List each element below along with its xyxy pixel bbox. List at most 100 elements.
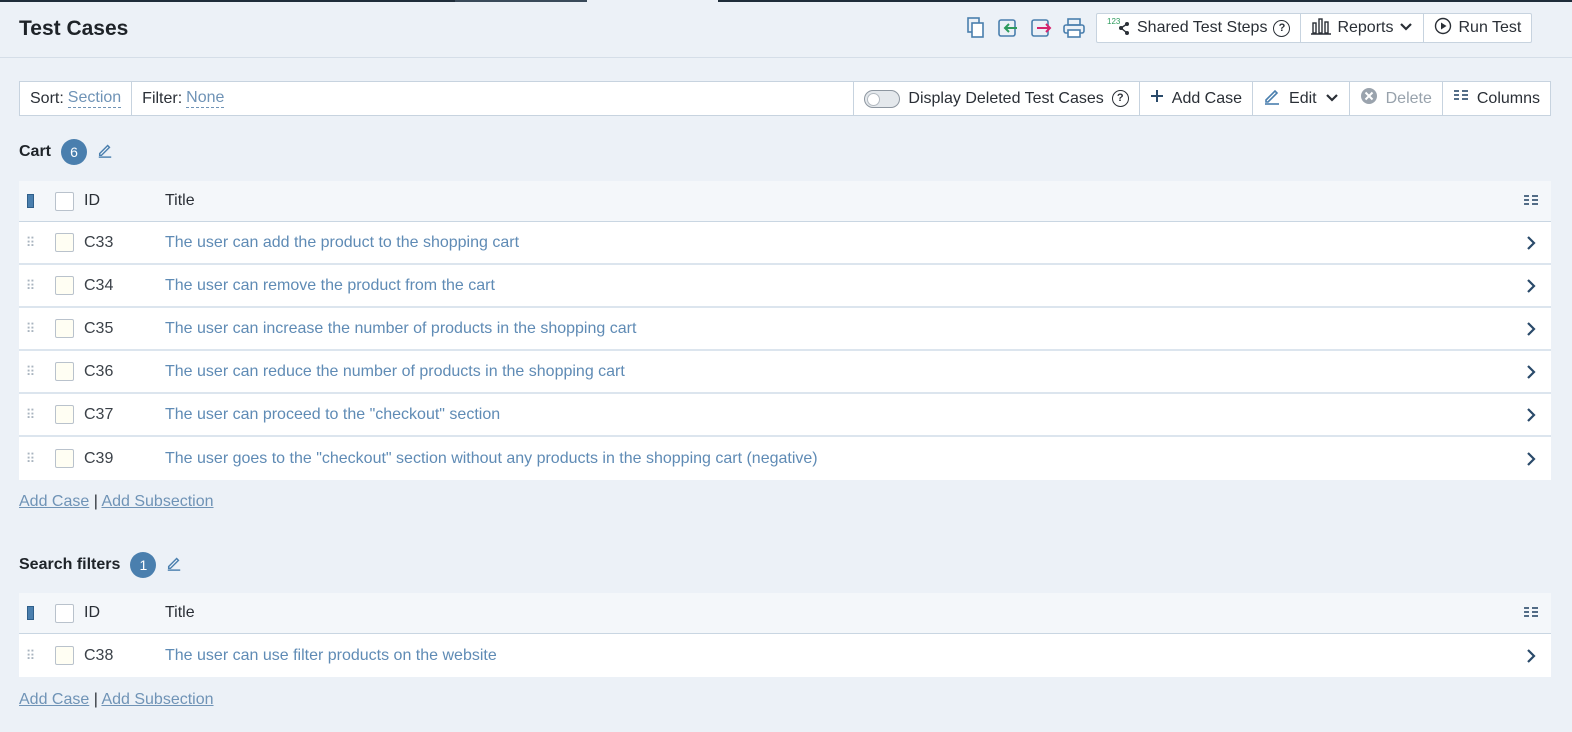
add-subsection-link[interactable]: Add Subsection xyxy=(101,691,213,708)
sort-value-link[interactable]: Section xyxy=(67,89,122,108)
case-id: C39 xyxy=(84,449,114,467)
column-header-title[interactable]: Title xyxy=(165,192,1511,210)
column-marker-icon xyxy=(19,606,41,620)
add-case-button[interactable]: Add Case xyxy=(1140,82,1254,115)
chevron-right-icon[interactable] xyxy=(1511,648,1551,664)
edit-label: Edit xyxy=(1289,89,1317,107)
play-circle-icon xyxy=(1434,17,1452,40)
case-id: C34 xyxy=(84,276,114,294)
section-title: Search filters xyxy=(19,556,121,573)
column-settings-icon[interactable] xyxy=(1511,606,1551,620)
case-title-link[interactable]: The user can proceed to the "checkout" s… xyxy=(165,406,1511,424)
chevron-right-icon[interactable] xyxy=(1511,235,1551,251)
case-title-link[interactable]: The user can increase the number of prod… xyxy=(165,320,1511,338)
case-title-link[interactable]: The user can remove the product from the… xyxy=(165,277,1511,295)
add-case-link[interactable]: Add Case xyxy=(19,691,89,708)
table-header-row: ID Title xyxy=(19,593,1551,634)
columns-button[interactable]: Columns xyxy=(1443,82,1550,115)
display-deleted-label: Display Deleted Test Cases xyxy=(908,89,1104,107)
column-header-id[interactable]: ID xyxy=(84,192,165,210)
filter-value-link[interactable]: None xyxy=(186,89,225,108)
svg-text:123: 123 xyxy=(1107,17,1121,26)
test-case-table: ID Title ⠿ C38 The user can use filter p… xyxy=(19,593,1551,677)
case-title-link[interactable]: The user goes to the "checkout" section … xyxy=(165,450,1511,468)
reports-button[interactable]: Reports xyxy=(1301,14,1425,42)
table-row[interactable]: ⠿ C37 The user can proceed to the "check… xyxy=(19,394,1551,437)
row-checkbox[interactable] xyxy=(54,319,74,338)
case-title-link[interactable]: The user can add the product to the shop… xyxy=(165,234,1511,252)
drag-handle-icon[interactable]: ⠿ xyxy=(19,649,41,662)
row-checkbox[interactable] xyxy=(54,405,74,424)
table-row[interactable]: ⠿ C34 The user can remove the product fr… xyxy=(19,265,1551,308)
row-checkbox[interactable] xyxy=(54,362,74,381)
run-test-button[interactable]: Run Test xyxy=(1424,14,1531,42)
display-deleted-toggle[interactable] xyxy=(864,89,901,108)
shared-steps-icon: 123 xyxy=(1107,16,1131,41)
column-header-id[interactable]: ID xyxy=(84,604,165,622)
case-id: C36 xyxy=(84,362,114,380)
case-id: C35 xyxy=(84,319,114,337)
count-badge: 6 xyxy=(61,139,88,165)
delete-label: Delete xyxy=(1385,89,1432,107)
chevron-right-icon[interactable] xyxy=(1511,451,1551,467)
filter-control: Filter: None xyxy=(132,82,855,115)
edit-section-icon[interactable] xyxy=(166,555,182,576)
row-checkbox[interactable] xyxy=(54,233,74,252)
chevron-right-icon[interactable] xyxy=(1511,407,1551,423)
case-title-link[interactable]: The user can reduce the number of produc… xyxy=(165,363,1511,381)
row-checkbox[interactable] xyxy=(54,646,74,665)
table-row[interactable]: ⠿ C39 The user goes to the "checkout" se… xyxy=(19,437,1551,480)
edit-section-icon[interactable] xyxy=(97,142,113,163)
display-deleted-toggle-area: Display Deleted Test Cases ? xyxy=(854,82,1140,115)
select-all-checkbox[interactable] xyxy=(54,603,74,623)
row-checkbox[interactable] xyxy=(54,449,74,468)
shared-test-steps-label: Shared Test Steps xyxy=(1137,19,1268,36)
delete-button[interactable]: Delete xyxy=(1350,82,1443,115)
section-header: Search filters 1 xyxy=(19,552,182,578)
column-header-title[interactable]: Title xyxy=(165,604,1511,622)
copy-icon[interactable] xyxy=(964,16,988,40)
drag-handle-icon[interactable]: ⠿ xyxy=(19,236,41,249)
case-title-link[interactable]: The user can use filter products on the … xyxy=(165,647,1511,665)
filter-label: Filter: xyxy=(142,89,183,107)
section-footer-links: Add Case | Add Subsection xyxy=(19,493,214,511)
page-title: Test Cases xyxy=(19,17,129,40)
columns-icon xyxy=(1453,89,1469,108)
chevron-right-icon[interactable] xyxy=(1511,321,1551,337)
add-case-link[interactable]: Add Case xyxy=(19,493,89,510)
section-header: Cart 6 xyxy=(19,139,113,165)
drag-handle-icon[interactable]: ⠿ xyxy=(19,365,41,378)
drag-handle-icon[interactable]: ⠿ xyxy=(19,452,41,465)
edit-button[interactable]: Edit xyxy=(1253,82,1350,115)
chevron-down-icon xyxy=(1325,90,1339,108)
import-icon[interactable] xyxy=(996,16,1020,40)
link-separator: | xyxy=(93,691,98,708)
shared-test-steps-button[interactable]: 123 Shared Test Steps ? xyxy=(1097,14,1302,42)
table-row[interactable]: ⠿ C33 The user can add the product to th… xyxy=(19,222,1551,265)
test-case-table: ID Title ⠿ C33 The user can add the prod… xyxy=(19,181,1551,480)
drag-handle-icon[interactable]: ⠿ xyxy=(19,279,41,292)
chevron-right-icon[interactable] xyxy=(1511,278,1551,294)
column-settings-icon[interactable] xyxy=(1511,194,1551,208)
row-checkbox[interactable] xyxy=(54,276,74,295)
drag-handle-icon[interactable]: ⠿ xyxy=(19,408,41,421)
sort-label: Sort: xyxy=(30,89,64,107)
plus-icon xyxy=(1150,89,1164,108)
drag-handle-icon[interactable]: ⠿ xyxy=(19,322,41,335)
count-badge: 1 xyxy=(130,552,157,578)
table-row[interactable]: ⠿ C35 The user can increase the number o… xyxy=(19,308,1551,351)
table-row[interactable]: ⠿ C36 The user can reduce the number of … xyxy=(19,351,1551,394)
help-icon[interactable]: ? xyxy=(1111,90,1129,107)
chevron-right-icon[interactable] xyxy=(1511,364,1551,380)
add-subsection-link[interactable]: Add Subsection xyxy=(101,493,213,510)
case-id: C37 xyxy=(84,405,114,423)
sort-control: Sort: Section xyxy=(20,82,133,115)
header-button-group: 123 Shared Test Steps ? Reports Run Test xyxy=(1096,13,1533,43)
help-icon[interactable]: ? xyxy=(1273,19,1291,37)
table-row[interactable]: ⠿ C38 The user can use filter products o… xyxy=(19,634,1551,677)
run-test-label: Run Test xyxy=(1458,19,1522,36)
print-icon[interactable] xyxy=(1062,16,1086,40)
pencil-icon xyxy=(1263,87,1281,110)
select-all-checkbox[interactable] xyxy=(54,191,74,211)
export-icon[interactable] xyxy=(1029,16,1053,40)
